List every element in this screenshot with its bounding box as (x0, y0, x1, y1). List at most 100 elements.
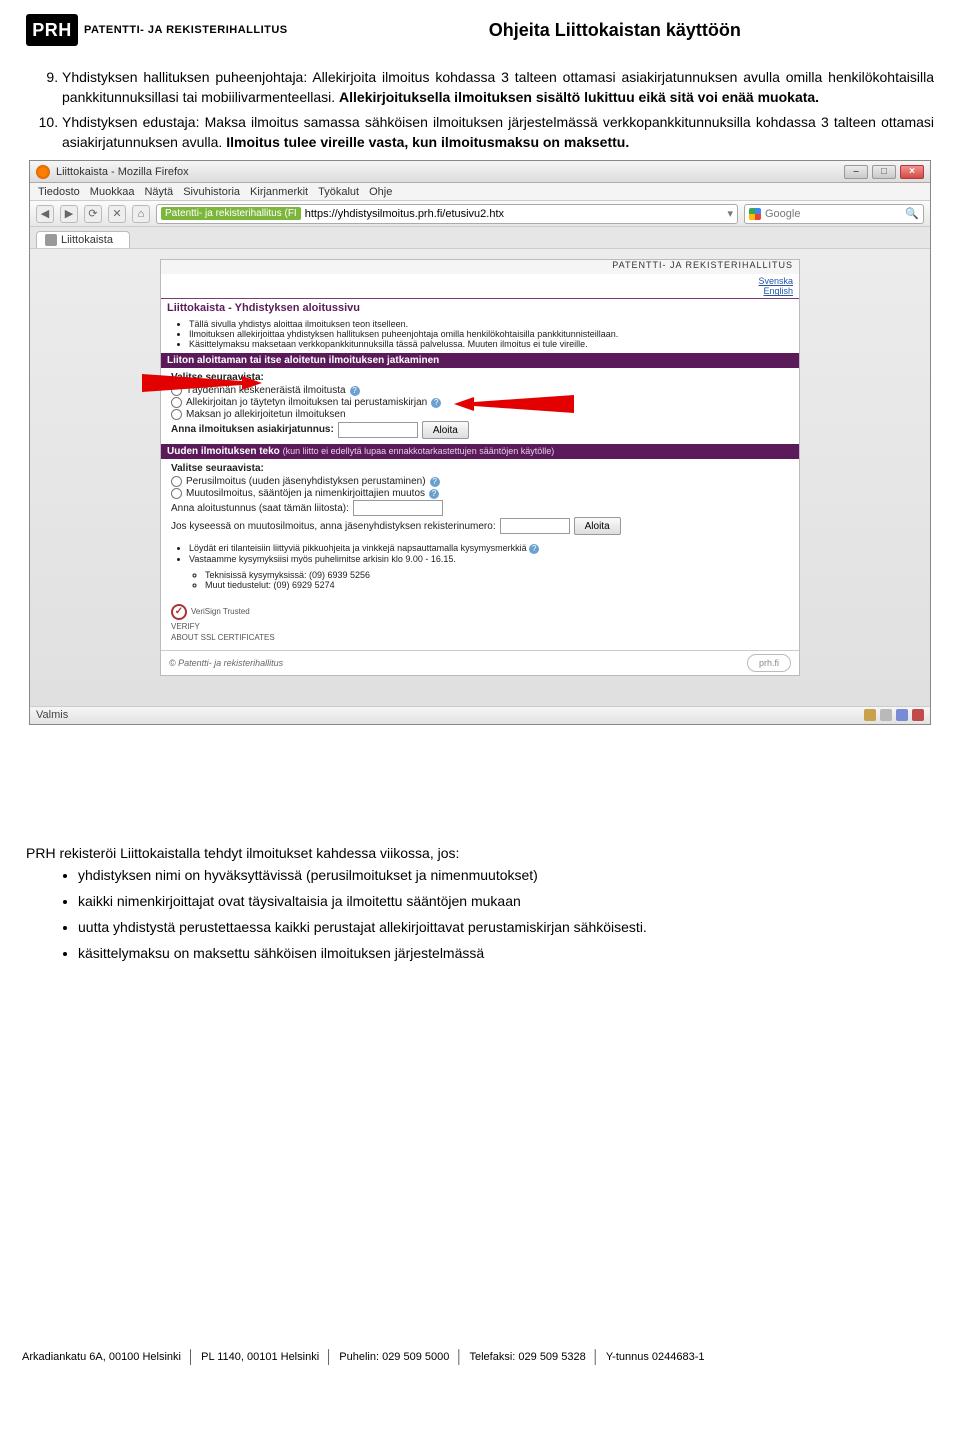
radio-option[interactable] (171, 409, 182, 420)
menu-item[interactable]: Työkalut (318, 186, 359, 198)
help-icon[interactable]: ? (529, 544, 539, 554)
verisign-about[interactable]: ABOUT SSL CERTIFICATES (171, 633, 275, 642)
browser-window: Liittokaista - Mozilla Firefox – □ × Tie… (29, 160, 931, 725)
prh-logo-box: PRH (26, 14, 78, 46)
status-icon (912, 709, 924, 721)
list-item: yhdistyksen nimi on hyväksyttävissä (per… (78, 867, 934, 883)
radio-option[interactable] (171, 488, 182, 499)
status-icon (864, 709, 876, 721)
radio-label: Täydennän keskeneräistä ilmoitusta (186, 385, 346, 396)
nav-reload-button[interactable]: ⟳ (84, 205, 102, 223)
list-item: kaikki nimenkirjoittajat ovat täysivalta… (78, 893, 934, 909)
radio-label: Perusilmoitus (uuden jäsenyhdistyksen pe… (186, 476, 426, 487)
panel-footer: © Patentti- ja rekisterihallitus prh.fi (161, 650, 799, 675)
verisign-checkmark-icon: ✓ (171, 604, 187, 620)
panel-header-strip: PATENTTI- JA REKISTERIHALLITUS (161, 260, 799, 274)
post-lead: PRH rekisteröi Liittokaistalla tehdyt il… (26, 845, 934, 861)
help-icon[interactable]: ? (429, 489, 439, 499)
footer-businessid: Y-tunnus 0244683-1 (606, 1349, 705, 1364)
document-footer: Arkadiankatu 6A, 00100 Helsinki │ PL 114… (0, 1349, 960, 1364)
help-icon[interactable]: ? (350, 386, 360, 396)
radio-option[interactable] (171, 476, 182, 487)
browser-statusbar: Valmis (30, 706, 930, 724)
search-bar[interactable]: Google 🔍 (744, 204, 924, 224)
tips-sublist: Teknisissä kysymyksissä: (09) 6939 5256 … (171, 568, 789, 594)
site-identity-badge: Patentti- ja rekisterihallitus (FI (161, 207, 301, 220)
window-close-button[interactable]: × (900, 165, 924, 179)
lang-link[interactable]: English (167, 286, 793, 296)
menu-item[interactable]: Kirjanmerkit (250, 186, 308, 198)
instruction-bold: Ilmoitus tulee vireille vasta, kun ilmoi… (226, 134, 629, 150)
list-item: Tällä sivulla yhdistys aloittaa ilmoituk… (189, 319, 787, 329)
prh-logo: PRH PATENTTI- JA REKISTERIHALLITUS (26, 14, 288, 46)
language-links: Svenska English (161, 274, 799, 298)
aloita-button[interactable]: Aloita (422, 421, 469, 439)
list-item: Muut tiedustelut: (09) 6929 5274 (205, 580, 777, 590)
footer-address: Arkadiankatu 6A, 00100 Helsinki (22, 1349, 181, 1364)
rekisterinumero-input[interactable] (500, 518, 570, 534)
list-item: käsittelymaksu on maksettu sähköisen ilm… (78, 945, 934, 961)
verisign-verify[interactable]: VERIFY (171, 622, 200, 631)
menu-item[interactable]: Tiedosto (38, 186, 80, 198)
instruction-item: Yhdistyksen hallituksen puheenjohtaja: A… (62, 68, 934, 107)
browser-tab[interactable]: Liittokaista (36, 231, 130, 248)
nav-home-button[interactable]: ⌂ (132, 205, 150, 223)
help-icon[interactable]: ? (431, 398, 441, 408)
url-input[interactable] (305, 208, 724, 220)
menu-item[interactable]: Muokkaa (90, 186, 135, 198)
status-icon (896, 709, 908, 721)
browser-toolbar: ◀ ▶ ⟳ ✕ ⌂ Patentti- ja rekisterihallitus… (30, 201, 930, 227)
aloita-button[interactable]: Aloita (574, 517, 621, 535)
window-maximize-button[interactable]: □ (872, 165, 896, 179)
section-label: Valitse seuraavista: (171, 372, 789, 383)
footer-pobox: PL 1140, 00101 Helsinki (201, 1349, 319, 1364)
section-title: Uuden ilmoituksen teko (167, 446, 280, 457)
menu-item[interactable]: Ohje (369, 186, 392, 198)
radio-option[interactable] (171, 397, 182, 408)
browser-menubar: Tiedosto Muokkaa Näytä Sivuhistoria Kirj… (30, 183, 930, 201)
menu-item[interactable]: Sivuhistoria (183, 186, 240, 198)
window-title: Liittokaista - Mozilla Firefox (56, 166, 838, 178)
dropdown-icon[interactable]: ▾ (727, 207, 733, 220)
status-text: Valmis (36, 709, 68, 721)
verisign-label: VeriSign Trusted (191, 607, 250, 616)
help-icon[interactable]: ? (430, 477, 440, 487)
panel-title: Liittokaista - Yhdistyksen aloitussivu (161, 298, 799, 317)
nav-forward-button[interactable]: ▶ (60, 205, 78, 223)
menu-item[interactable]: Näytä (144, 186, 173, 198)
list-item: Vastaamme kysymyksiisi myös puhelimitse … (189, 554, 777, 564)
field-label: Jos kyseessä on muutosilmoitus, anna jäs… (171, 521, 496, 532)
section-header: Uuden ilmoituksen teko (kun liitto ei ed… (161, 444, 799, 459)
asiakirjatunnus-input[interactable] (338, 422, 418, 438)
firefox-icon (36, 165, 50, 179)
tab-label: Liittokaista (61, 234, 113, 246)
browser-titlebar: Liittokaista - Mozilla Firefox – □ × (30, 161, 930, 183)
aloitustunnus-input[interactable] (353, 500, 443, 516)
google-icon (749, 208, 761, 220)
window-minimize-button[interactable]: – (844, 165, 868, 179)
instruction-bold: Allekirjoituksella ilmoituksen sisältö l… (339, 89, 819, 105)
section2-form: Valitse seuraavista: Perusilmoitus (uude… (161, 459, 799, 598)
nav-back-button[interactable]: ◀ (36, 205, 54, 223)
section1-form: Valitse seuraavista: Täydennän keskenerä… (161, 368, 799, 444)
search-icon[interactable]: 🔍 (905, 207, 919, 220)
radio-label: Maksan jo allekirjoitetun ilmoituksen (186, 409, 346, 420)
section-title-note: (kun liitto ei edellytä lupaa ennakkotar… (283, 446, 555, 456)
document-title: Ohjeita Liittokaistan käyttöön (296, 20, 934, 41)
post-screenshot-text: PRH rekisteröi Liittokaistalla tehdyt il… (26, 845, 934, 961)
list-item: Ilmoituksen allekirjoittaa yhdistyksen h… (189, 329, 787, 339)
list-item: uutta yhdistystä perustettaessa kaikki p… (78, 919, 934, 935)
lang-link[interactable]: Svenska (167, 276, 793, 286)
url-bar[interactable]: Patentti- ja rekisterihallitus (FI ▾ (156, 204, 738, 224)
field-label: Anna ilmoituksen asiakirjatunnus: (171, 424, 334, 435)
tab-favicon (45, 234, 57, 246)
status-icon (880, 709, 892, 721)
radio-option[interactable] (171, 385, 182, 396)
footer-phone: Puhelin: 029 509 5000 (339, 1349, 449, 1364)
numbered-instructions: Yhdistyksen hallituksen puheenjohtaja: A… (36, 68, 934, 152)
footer-fax: Telefaksi: 029 509 5328 (470, 1349, 586, 1364)
nav-stop-button[interactable]: ✕ (108, 205, 126, 223)
prh-logo-text: PATENTTI- JA REKISTERIHALLITUS (84, 24, 288, 36)
section-header: Liiton aloittaman tai itse aloitetun ilm… (161, 353, 799, 368)
copyright-text: © Patentti- ja rekisterihallitus (169, 658, 283, 668)
